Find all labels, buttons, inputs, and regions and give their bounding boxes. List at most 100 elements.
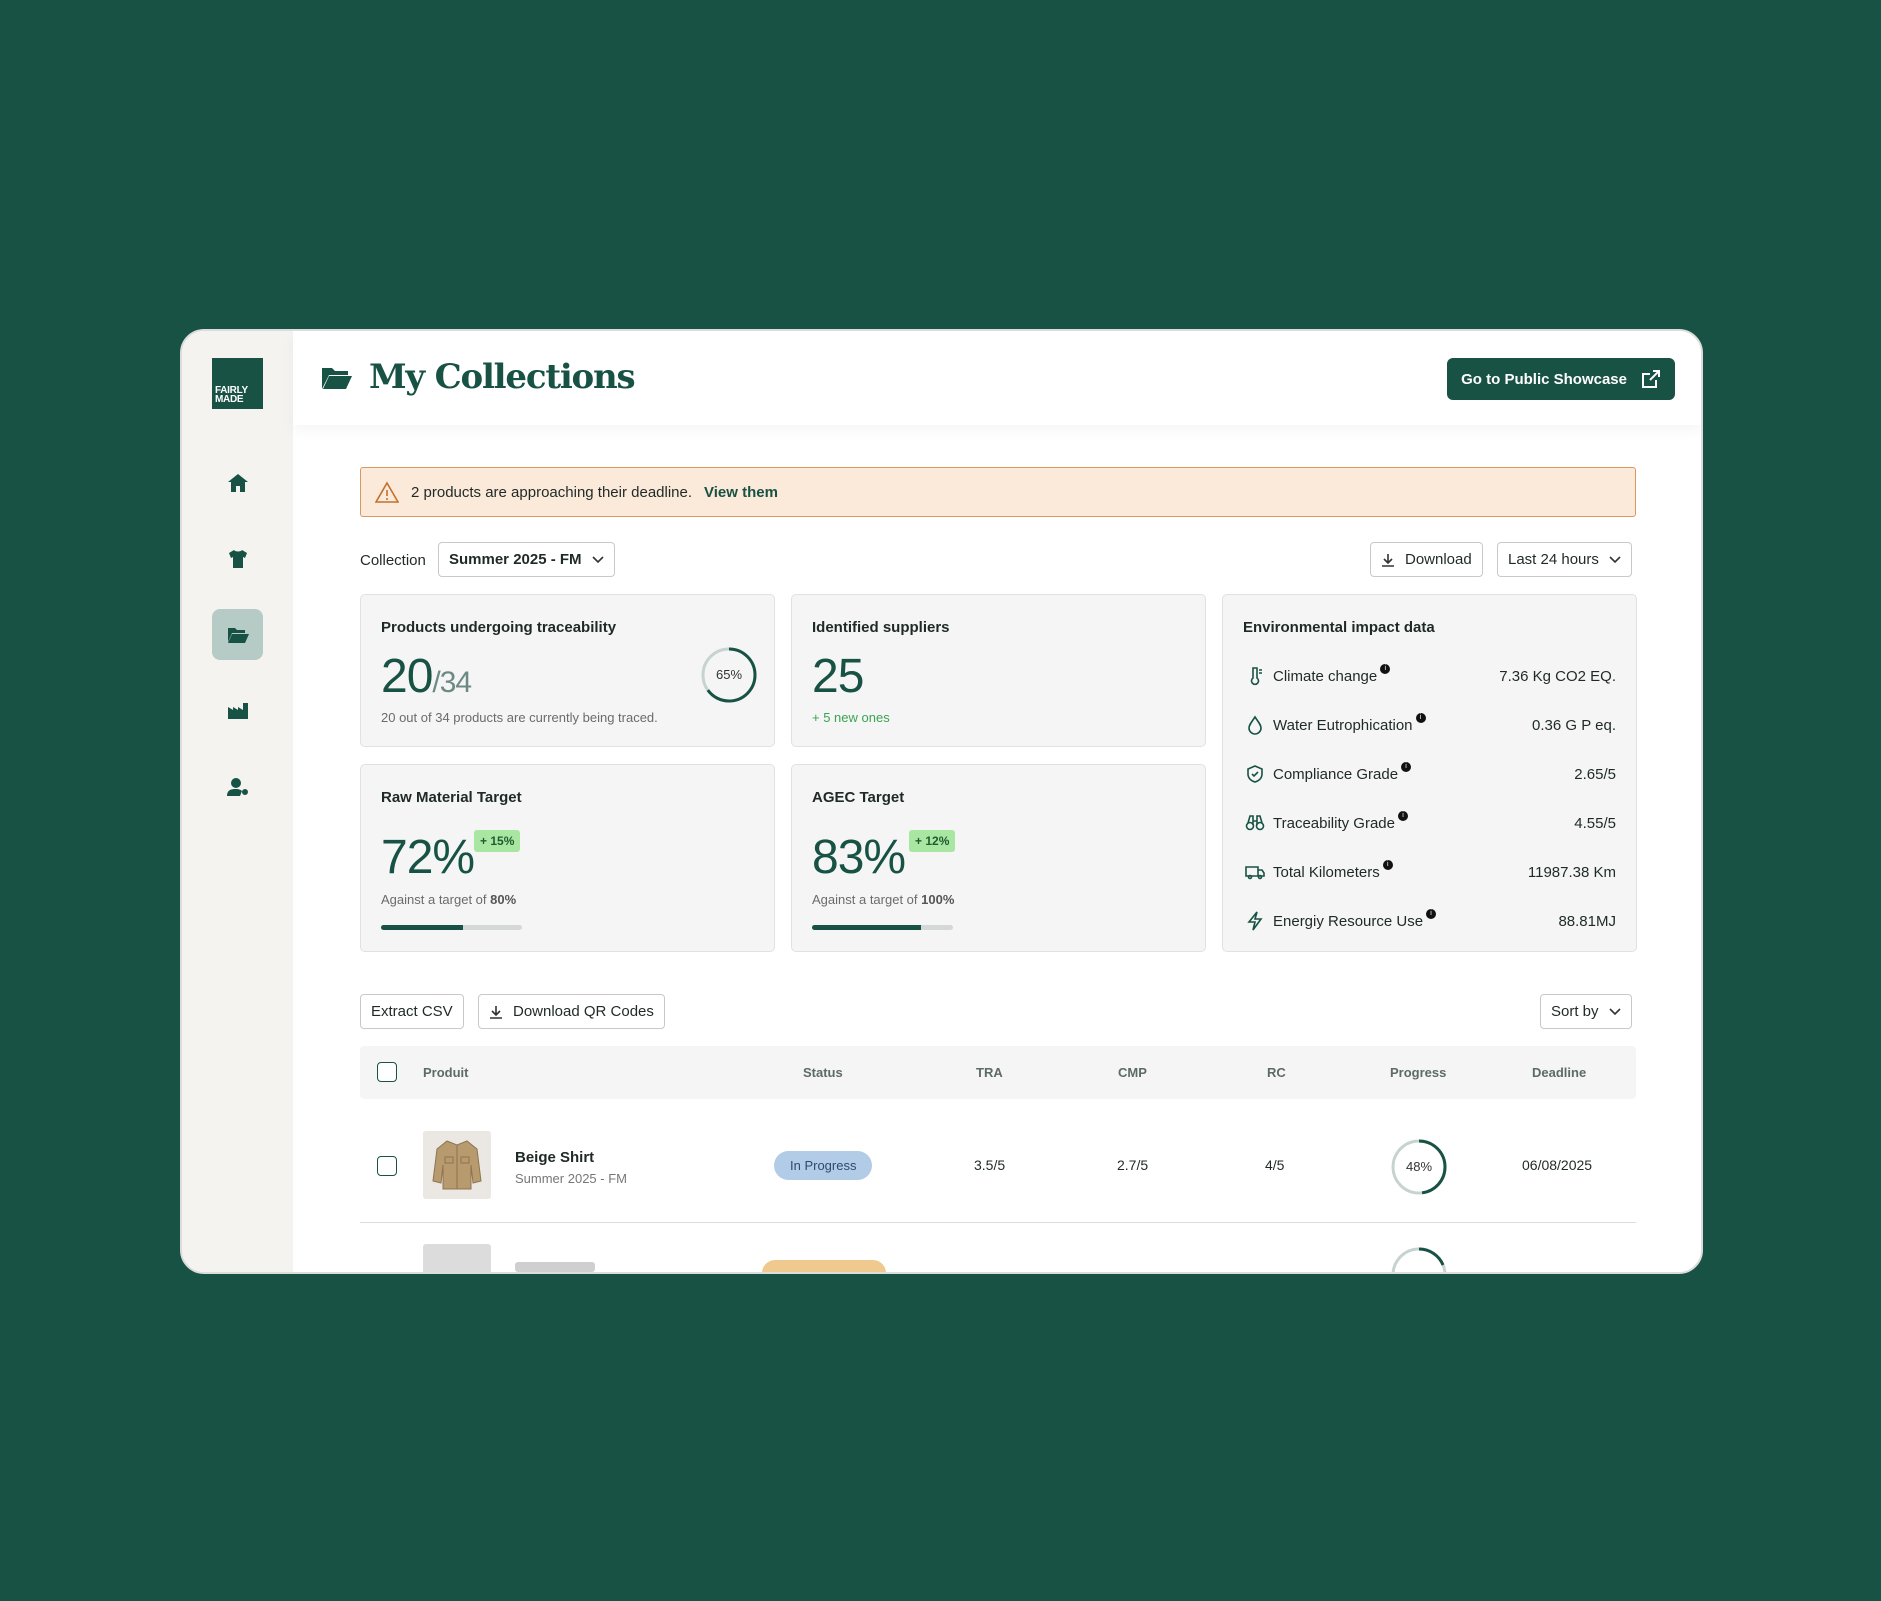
env-row-traceability: Traceability Grade i 4.55/5: [1243, 808, 1616, 838]
raw-material-value: 72%: [381, 831, 475, 884]
column-header[interactable]: Status: [803, 1046, 843, 1099]
env-row-climate: Climate change i 7.36 Kg CO2 EQ.: [1243, 661, 1616, 691]
traceability-count: 20: [381, 650, 433, 703]
env-label: Total Kilometers: [1273, 863, 1380, 881]
lightning-icon: [1247, 911, 1263, 931]
info-icon[interactable]: i: [1398, 811, 1408, 821]
traceability-ring-label: 65%: [716, 667, 742, 682]
droplet-icon: [1248, 715, 1262, 735]
tra-value: 3.5/5: [974, 1157, 1006, 1173]
env-label: Traceability Grade: [1273, 814, 1395, 832]
download-button[interactable]: Download: [1370, 542, 1483, 577]
column-header[interactable]: Progress: [1390, 1046, 1446, 1099]
raw-material-subtitle-prefix: Against a target of: [381, 892, 491, 907]
row-progress-label: 48%: [1406, 1159, 1432, 1174]
home-nav-button[interactable]: [212, 457, 263, 508]
traceability-title: Products undergoing traceability: [381, 619, 617, 636]
sidebar: FAIRLY MADE: [182, 331, 293, 1272]
env-label: Energiy Resource Use: [1273, 912, 1424, 930]
folder-open-icon: [227, 627, 249, 643]
jacket-image: [423, 1131, 491, 1199]
env-value: 7.36 Kg CO2 EQ.: [1499, 667, 1616, 685]
alert-message: 2 products are approaching their deadlin…: [411, 483, 693, 501]
traceability-value: 20/34: [381, 649, 472, 704]
agec-title: AGEC Target: [812, 789, 905, 806]
raw-material-target: 80%: [490, 892, 517, 907]
raw-material-title: Raw Material Target: [381, 789, 522, 806]
env-value: 0.36 G P eq.: [1532, 716, 1616, 734]
product-thumbnail: [423, 1131, 491, 1199]
download-icon: [490, 1005, 502, 1019]
column-header[interactable]: TRA: [976, 1046, 1003, 1099]
info-icon[interactable]: i: [1401, 762, 1412, 772]
collection-select[interactable]: Summer 2025 - FM: [438, 542, 615, 577]
status-badge: In Progress: [774, 1151, 873, 1180]
chevron-down-icon: [591, 555, 604, 563]
agec-progress-bar: [812, 925, 953, 930]
row-progress-ring: 48%: [1391, 1139, 1447, 1195]
info-icon[interactable]: i: [1380, 664, 1391, 674]
environmental-impact-card: Environmental impact data Climate change…: [1222, 594, 1637, 952]
select-all-checkbox[interactable]: [377, 1062, 397, 1082]
sort-by-select[interactable]: Sort by: [1540, 994, 1632, 1029]
factories-nav-button[interactable]: [212, 685, 263, 736]
traceability-total: /34: [432, 666, 472, 699]
traceability-card: Products undergoing traceability 20/34 2…: [360, 594, 775, 747]
deadline-value: 06/08/2025: [1522, 1157, 1593, 1173]
thermometer-icon: [1250, 667, 1262, 686]
table-row[interactable]: [360, 1234, 1636, 1272]
table-header: Produit Status TRA CMP RC Progress Deadl…: [360, 1046, 1636, 1099]
products-nav-button[interactable]: [212, 533, 263, 584]
page-header: My Collections Go to Public Showcase: [293, 331, 1701, 425]
agec-target: 100%: [921, 892, 955, 907]
info-icon[interactable]: i: [1382, 860, 1393, 870]
view-them-link[interactable]: View them: [704, 484, 778, 501]
page-title: My Collections: [369, 357, 636, 397]
column-header[interactable]: Produit: [423, 1046, 469, 1099]
row-checkbox[interactable]: [377, 1156, 397, 1176]
status-badge: [762, 1260, 886, 1272]
env-label: Water Eutrophication: [1273, 716, 1413, 734]
collection-select-value: Summer 2025 - FM: [449, 551, 582, 568]
warning-icon: [375, 481, 399, 503]
table-row[interactable]: Beige Shirt Summer 2025 - FM In Progress…: [360, 1109, 1636, 1223]
app-window: FAIRLY MADE My Collections Go to Public S…: [180, 329, 1703, 1274]
product-name[interactable]: Beige Shirt: [515, 1149, 594, 1166]
tshirt-icon: [228, 549, 247, 568]
binoculars-icon: [1245, 815, 1265, 831]
raw-material-delta-badge: + 15%: [474, 830, 521, 852]
public-showcase-label: Go to Public Showcase: [1461, 370, 1627, 388]
suppliers-value: 25: [812, 650, 864, 703]
env-value: 4.55/5: [1574, 814, 1616, 832]
download-label: Download: [1405, 551, 1472, 568]
filters-bar: Collection Summer 2025 - FM Download Las…: [360, 542, 1636, 578]
deadline-alert: 2 products are approaching their deadlin…: [360, 467, 1636, 517]
collections-nav-button[interactable]: [212, 609, 263, 660]
period-select-value: Last 24 hours: [1508, 551, 1599, 568]
suppliers-subtitle: + 5 new ones: [812, 710, 890, 725]
info-icon[interactable]: i: [1426, 909, 1437, 919]
env-row-water: Water Eutrophication i 0.36 G P eq.: [1243, 710, 1616, 740]
suppliers-title: Identified suppliers: [812, 619, 950, 636]
external-link-icon: [1642, 370, 1660, 388]
row-progress-ring: [1391, 1247, 1447, 1272]
period-select[interactable]: Last 24 hours: [1497, 542, 1632, 577]
brand-logo[interactable]: FAIRLY MADE: [212, 358, 263, 409]
raw-material-progress-bar: [381, 925, 522, 930]
download-qr-button[interactable]: Download QR Codes: [478, 994, 665, 1029]
extract-csv-button[interactable]: Extract CSV: [360, 994, 464, 1029]
env-value: 88.81MJ: [1558, 912, 1616, 930]
extract-csv-label: Extract CSV: [371, 1003, 453, 1020]
truck-icon: [1245, 866, 1265, 880]
raw-material-progress-fill: [381, 925, 463, 930]
column-header[interactable]: Deadline: [1532, 1046, 1586, 1099]
column-header[interactable]: CMP: [1118, 1046, 1147, 1099]
public-showcase-button[interactable]: Go to Public Showcase: [1447, 358, 1675, 400]
folder-open-icon: [322, 368, 352, 389]
user-settings-nav-button[interactable]: [212, 761, 263, 812]
product-thumbnail: [423, 1244, 491, 1272]
agec-subtitle: Against a target of 100%: [812, 892, 954, 907]
env-label: Compliance Grade: [1273, 765, 1399, 783]
column-header[interactable]: RC: [1267, 1046, 1286, 1099]
info-icon[interactable]: i: [1415, 713, 1426, 723]
